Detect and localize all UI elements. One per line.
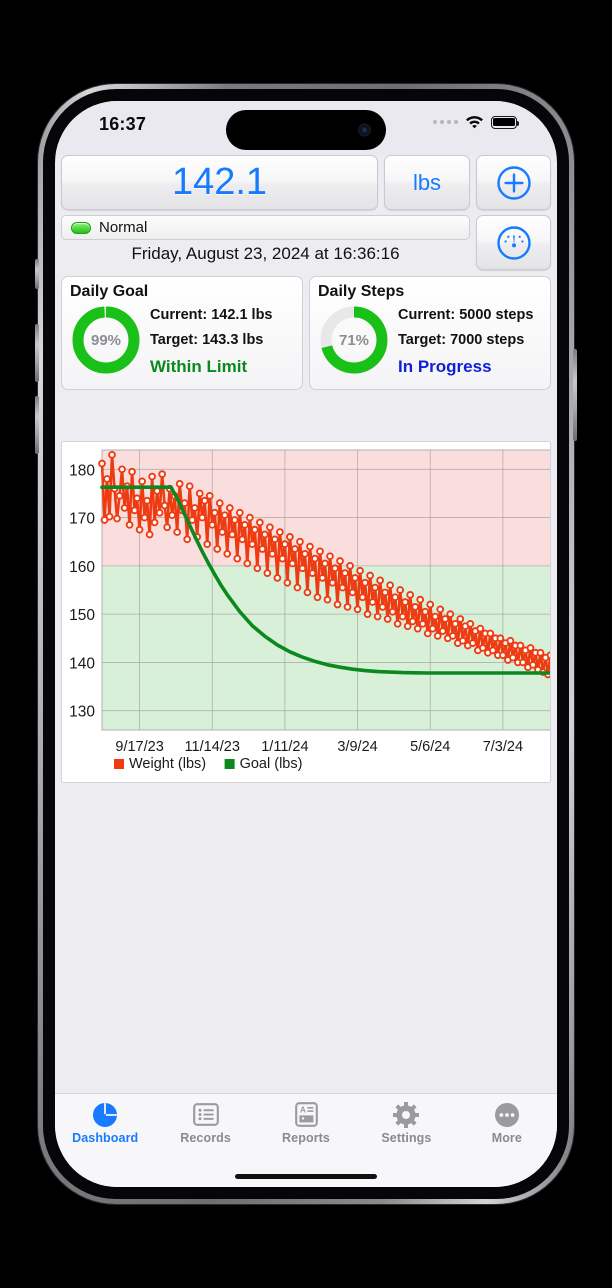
phone-bezel: 16:37 142.1 lbs Normal Friday, August 23… [43, 89, 569, 1199]
volume-down-button[interactable] [35, 396, 39, 454]
card-title: Daily Goal [70, 283, 149, 300]
status-led-icon [71, 221, 91, 234]
legend-label: Weight (lbs) [129, 756, 206, 772]
unit-label: lbs [412, 169, 442, 195]
ellipsis-icon [494, 1101, 520, 1128]
metric-cards-row: Daily Goal 99% Current: 142.1 lbs Target… [55, 276, 557, 390]
silent-switch[interactable] [35, 259, 39, 289]
plus-circle-icon [496, 165, 531, 200]
weight-value: 142.1 [171, 161, 268, 203]
daily-goal-current: Current: 142.1 lbs [150, 307, 273, 323]
daily-goal-percent: 99% [90, 331, 122, 349]
weight-trend-chart[interactable]: 130 140 150 160 170 180 9/17/23 11/14/23 1/11/24… [61, 441, 551, 783]
svg-text:170: 170 [69, 511, 95, 528]
svg-text:5/6/24: 5/6/24 [410, 739, 450, 755]
front-camera-icon [358, 123, 371, 137]
svg-text:7/3/24: 7/3/24 [483, 739, 523, 755]
status-bar-clock: 16:37 [99, 114, 147, 134]
tab-label: Reports [282, 1131, 330, 1145]
phone-screen: 16:37 142.1 lbs Normal Friday, August 23… [55, 101, 557, 1187]
unit-toggle-button[interactable]: lbs [384, 155, 470, 210]
daily-steps-progress-ring: 71% [318, 304, 390, 376]
svg-text:11/14/23: 11/14/23 [185, 739, 240, 755]
legend-swatch [224, 759, 235, 769]
report-icon: A [294, 1101, 318, 1128]
status-badge: Normal [61, 215, 470, 240]
status-row: Normal Friday, August 23, 2024 at 16:36:… [55, 215, 557, 270]
daily-goal-card[interactable]: Daily Goal 99% Current: 142.1 lbs Target… [61, 276, 303, 390]
dynamic-island [226, 110, 386, 150]
card-title: Daily Steps [318, 283, 405, 300]
svg-text:A: A [300, 1105, 306, 1114]
weight-entry-row: 142.1 lbs [55, 155, 557, 210]
legend-swatch [114, 759, 124, 769]
header-panel: 142.1 lbs Normal Friday, August 23, 2024… [55, 155, 557, 390]
svg-text:3/9/24: 3/9/24 [337, 739, 377, 755]
gear-icon [393, 1101, 420, 1128]
status-label: Normal [99, 219, 148, 236]
tab-label: Records [180, 1131, 231, 1145]
svg-text:160: 160 [69, 559, 95, 576]
signal-dots-icon [433, 120, 458, 124]
weight-display-field[interactable]: 142.1 [61, 155, 378, 210]
tab-records[interactable]: Records [155, 1101, 255, 1145]
svg-text:180: 180 [69, 462, 95, 479]
add-entry-button[interactable] [476, 155, 551, 210]
daily-steps-target: Target: 7000 steps [398, 332, 525, 348]
daily-steps-status: In Progress [398, 357, 492, 376]
svg-text:9/17/23: 9/17/23 [115, 739, 163, 755]
volume-up-button[interactable] [35, 324, 39, 382]
tab-reports[interactable]: A Reports [256, 1101, 356, 1145]
daily-goal-status: Within Limit [150, 357, 248, 376]
reading-timestamp: Friday, August 23, 2024 at 16:36:16 [131, 244, 400, 263]
svg-text:140: 140 [69, 655, 95, 672]
daily-steps-card[interactable]: Daily Steps 71% Current: 5000 steps Targ… [309, 276, 551, 390]
status-bar-indicators [433, 115, 520, 129]
tab-label: More [491, 1131, 522, 1145]
svg-text:130: 130 [69, 704, 95, 721]
tab-settings[interactable]: Settings [356, 1101, 456, 1145]
svg-text:1/11/24: 1/11/24 [261, 739, 308, 755]
status-bar: 16:37 [55, 101, 557, 155]
pie-chart-icon [92, 1101, 118, 1128]
tab-label: Settings [381, 1131, 432, 1145]
chart-canvas: 130 140 150 160 170 180 9/17/23 11/14/23 1/11/24… [69, 449, 550, 772]
power-button[interactable] [573, 349, 577, 441]
gauge-button[interactable] [476, 215, 551, 270]
svg-text:150: 150 [69, 607, 95, 624]
legend-label: Goal (lbs) [240, 756, 303, 772]
daily-steps-percent: 71% [338, 331, 370, 349]
status-info-column: Normal Friday, August 23, 2024 at 16:36:… [61, 215, 470, 270]
tab-label: Dashboard [72, 1131, 139, 1145]
daily-steps-current: Current: 5000 steps [398, 307, 534, 323]
home-indicator[interactable] [235, 1174, 377, 1179]
phone-frame: 16:37 142.1 lbs Normal Friday, August 23… [35, 84, 577, 1204]
tab-dashboard[interactable]: Dashboard [55, 1101, 155, 1145]
gauge-icon [496, 225, 531, 260]
battery-full-icon [491, 115, 520, 129]
daily-goal-progress-ring: 99% [70, 304, 142, 376]
tab-bar: Dashboard Records A Reports Settings Mor… [55, 1093, 557, 1187]
wifi-icon [466, 116, 483, 129]
list-icon [192, 1101, 219, 1128]
tab-more[interactable]: More [457, 1101, 557, 1145]
daily-goal-target: Target: 143.3 lbs [150, 332, 264, 348]
